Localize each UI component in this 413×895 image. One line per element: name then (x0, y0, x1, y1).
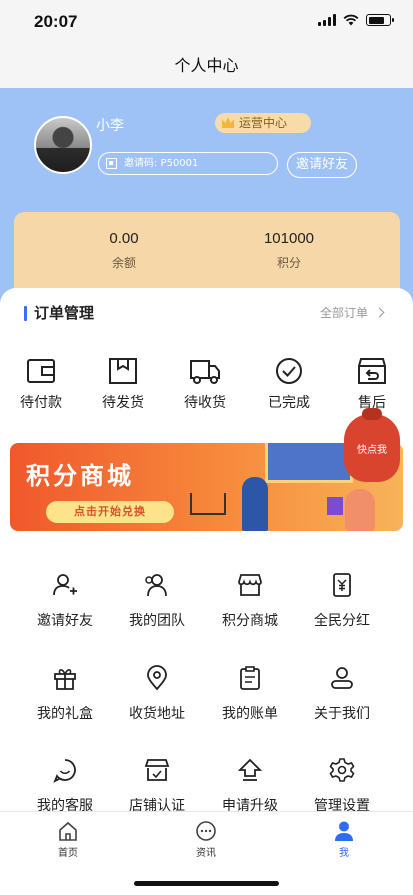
settings-icon (329, 758, 355, 782)
grid-my-team[interactable]: 我的团队 (111, 572, 203, 630)
wallet-icon (27, 359, 55, 383)
role-badge: 运营中心 (215, 113, 311, 133)
news-icon (196, 821, 216, 841)
grid-points-mall[interactable]: 积分商城 (204, 572, 296, 630)
status-bar: 20:07 (0, 0, 413, 44)
grid-item-label: 我的账单 (222, 706, 278, 722)
grid-item-label: 全民分红 (314, 613, 370, 629)
battery-icon (366, 14, 394, 26)
grid-item-label: 我的团队 (129, 613, 185, 629)
grid-item-label: 关于我们 (314, 706, 370, 722)
bill-icon (240, 666, 260, 690)
return-box-icon (358, 358, 386, 384)
tab-news[interactable]: 资讯 (176, 820, 236, 859)
order-item-label: 待收货 (184, 395, 226, 411)
banner-exchange-button[interactable]: 点击开始兑换 (46, 501, 174, 523)
crown-icon (222, 117, 234, 128)
status-icons (318, 14, 394, 26)
grid-apply-upgrade[interactable]: 申请升级 (204, 757, 296, 815)
order-item-label: 待付款 (20, 395, 62, 411)
truck-icon (190, 360, 220, 384)
grid-shop-verify[interactable]: 店铺认证 (111, 757, 203, 815)
shopping-cart-icon (190, 493, 226, 515)
order-pending-shipment[interactable]: 待发货 (91, 356, 155, 412)
grid-item-label: 邀请好友 (37, 613, 93, 629)
user-icon (335, 821, 353, 841)
points-value: 101000 (263, 230, 315, 247)
banner-shopper-illustration (345, 489, 375, 531)
location-icon (147, 665, 167, 691)
tab-me[interactable]: 我 (314, 820, 374, 859)
add-user-icon (53, 574, 77, 596)
grid-management-settings[interactable]: 管理设置 (296, 757, 388, 815)
tab-home[interactable]: 首页 (38, 820, 98, 859)
avatar[interactable] (34, 116, 92, 174)
all-orders-link[interactable]: 全部订单 (319, 305, 385, 321)
points-label: 积分 (276, 256, 301, 270)
grid-item-label: 收货地址 (129, 706, 185, 722)
signal-icon (318, 14, 336, 26)
points-item[interactable]: 101000 积分 (214, 230, 364, 271)
grid-my-gifts[interactable]: 我的礼盒 (19, 665, 111, 723)
invite-code-text: 邀请码: P50001 (124, 158, 199, 169)
grid-item-label: 我的礼盒 (37, 706, 93, 722)
quick-action-tag[interactable]: 快点我 (344, 408, 400, 482)
balance-label: 余额 (111, 256, 136, 270)
balance-item[interactable]: 0.00 余额 (49, 230, 199, 271)
order-item-label: 已完成 (268, 395, 310, 411)
status-time: 20:07 (34, 12, 78, 31)
grid-customer-service[interactable]: 我的客服 (19, 757, 111, 815)
nav-bar: 个人中心 (0, 44, 413, 88)
team-icon (145, 574, 167, 597)
tab-label: 我 (339, 848, 349, 859)
about-icon (331, 667, 353, 689)
page-title: 个人中心 (174, 56, 239, 75)
lucky-bag-icon (362, 408, 382, 420)
store-icon (238, 574, 262, 596)
chat-icon (53, 759, 76, 783)
shop-verify-icon (144, 759, 170, 781)
qrcode-icon (106, 158, 117, 169)
grid-dividend[interactable]: 全民分红 (296, 572, 388, 630)
tab-label: 资讯 (196, 848, 216, 859)
grid-about-us[interactable]: 关于我们 (296, 665, 388, 723)
shopping-bag-icon (327, 497, 343, 515)
home-indicator (134, 881, 279, 886)
grid-shipping-address[interactable]: 收货地址 (111, 665, 203, 723)
order-item-label: 待发货 (102, 395, 144, 411)
order-pending-payment[interactable]: 待付款 (9, 356, 73, 412)
grid-invite-friends[interactable]: 邀请好友 (19, 572, 111, 630)
home-icon (59, 821, 77, 841)
wifi-icon (343, 14, 359, 26)
quick-action-label: 快点我 (357, 445, 387, 456)
upgrade-icon (237, 758, 263, 781)
order-after-sales[interactable]: 售后 (340, 356, 404, 412)
grid-item-label: 积分商城 (222, 613, 278, 629)
username: 小李 (96, 118, 124, 134)
grid-my-bills[interactable]: 我的账单 (204, 665, 296, 723)
order-completed[interactable]: 已完成 (257, 356, 321, 412)
banner-window-illustration (265, 443, 353, 483)
order-section-title: 订单管理 (24, 303, 94, 323)
gift-icon (54, 669, 76, 690)
all-orders-label: 全部订单 (319, 306, 368, 320)
balance-value: 0.00 (109, 230, 139, 247)
role-badge-label: 运营中心 (239, 116, 288, 130)
chevron-right-icon (374, 307, 385, 318)
invite-friends-button[interactable]: 邀请好友 (287, 152, 357, 178)
banner-person-illustration (242, 477, 268, 531)
tab-label: 首页 (58, 848, 78, 859)
package-icon (109, 358, 137, 384)
yen-card-icon (333, 573, 351, 597)
order-pending-receipt[interactable]: 待收货 (173, 356, 237, 412)
check-circle-icon (276, 358, 302, 384)
banner-title: 积分商城 (26, 462, 134, 490)
invite-code[interactable]: 邀请码: P50001 (98, 152, 278, 175)
